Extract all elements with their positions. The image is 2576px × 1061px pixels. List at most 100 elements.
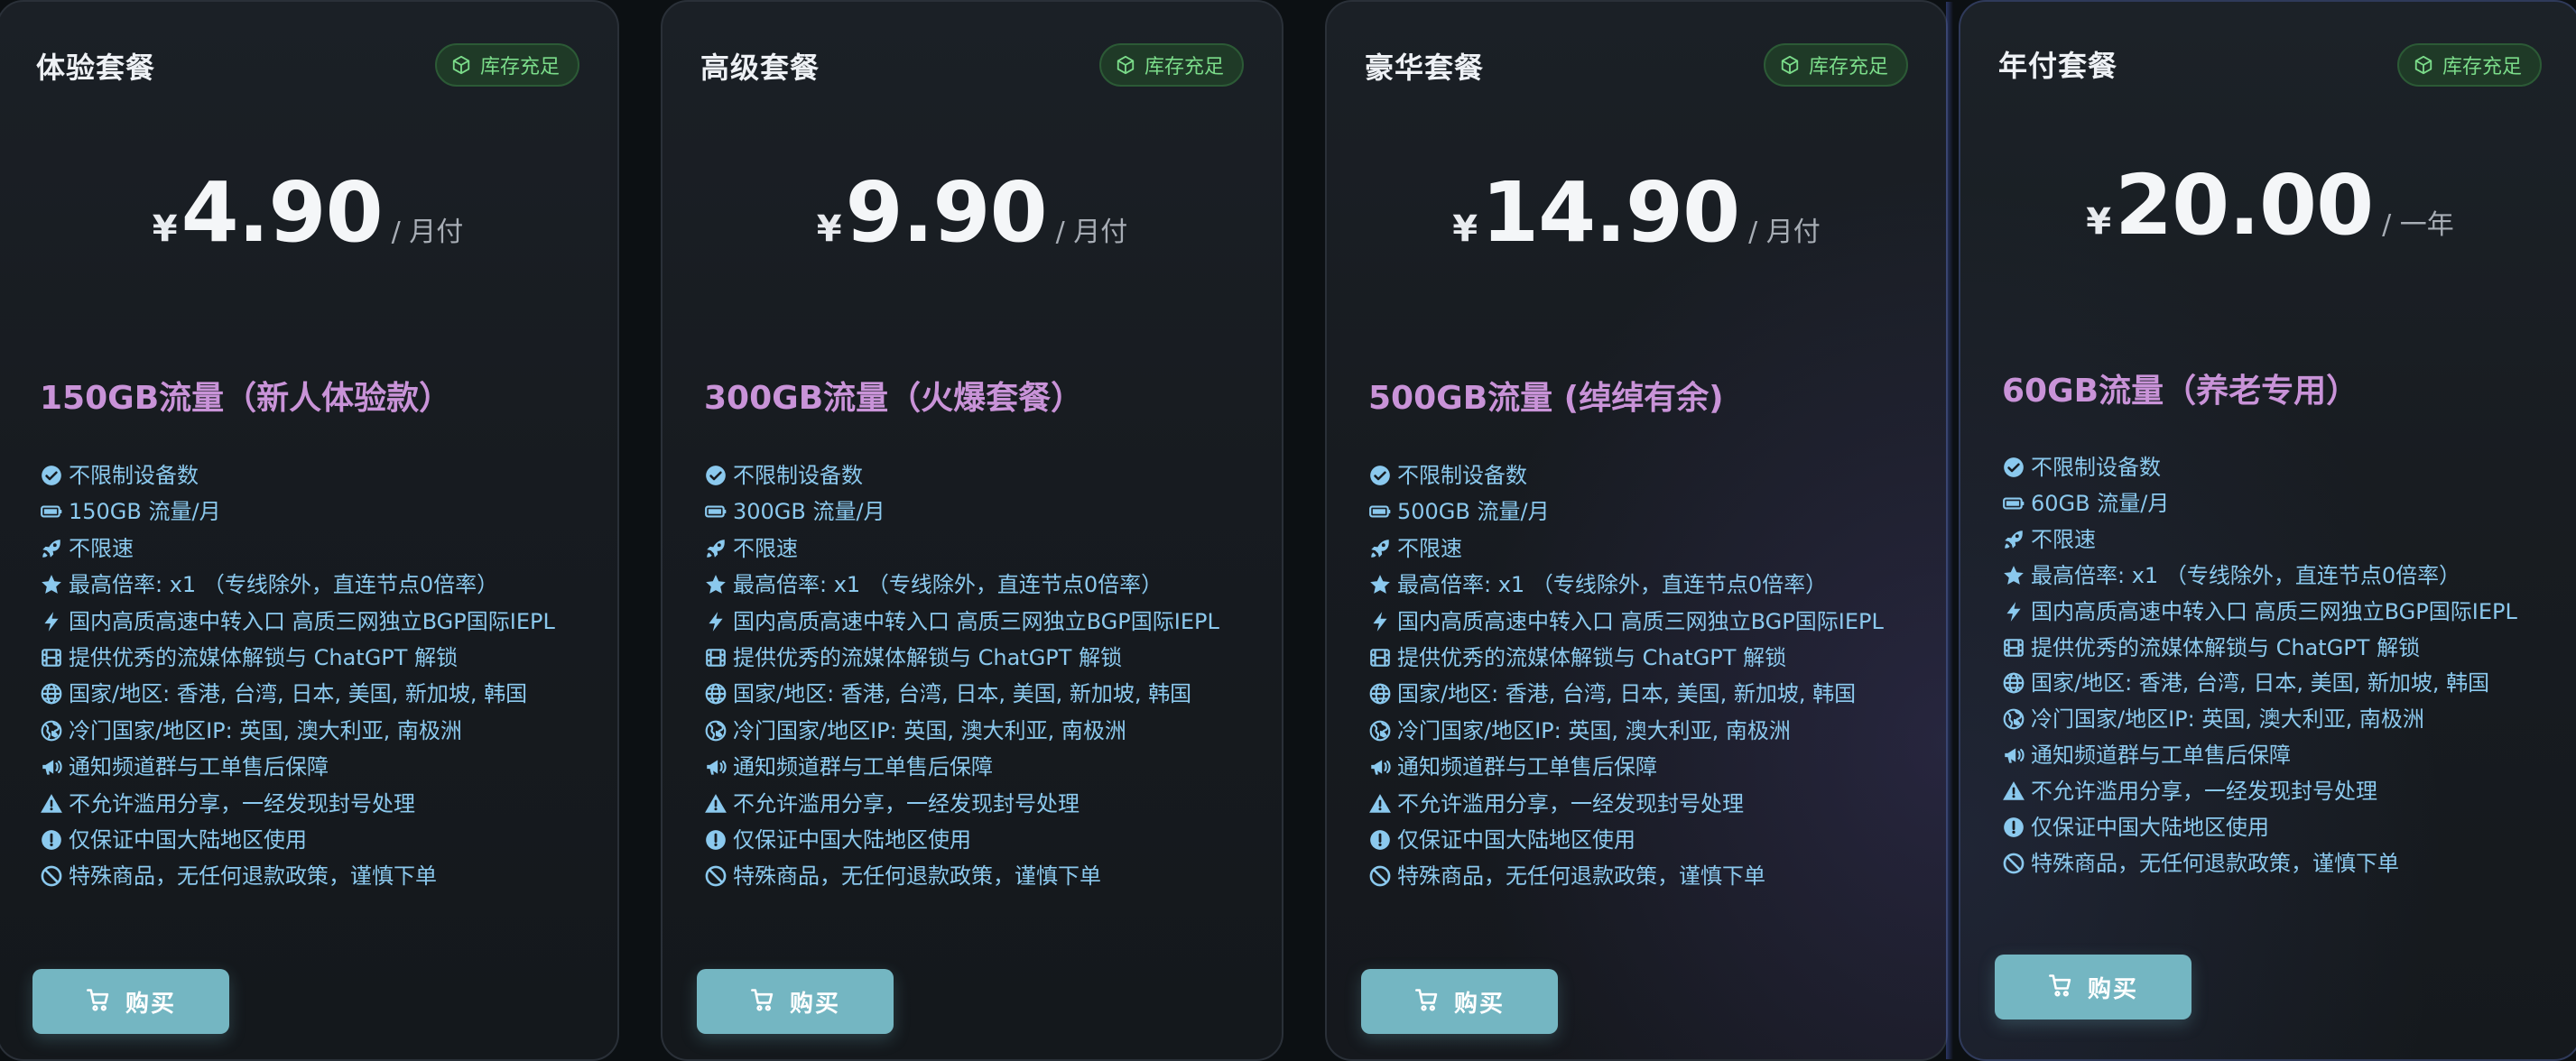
ban-icon <box>704 864 727 888</box>
stock-badge: 库存充足 <box>1763 43 1908 87</box>
feature-item: 不限速 <box>2002 522 2544 558</box>
feature-text: 150GB 流量/月 <box>69 499 221 525</box>
feature-text: 不限速 <box>2031 526 2096 552</box>
feature-text: 冷门国家/地区IP: 英国, 澳大利亚, 南极洲 <box>733 717 1126 743</box>
globe-icon <box>704 682 727 706</box>
stock-badge: 库存充足 <box>2396 43 2542 87</box>
box-icon <box>451 55 471 75</box>
feature-item: 冷门国家/地区IP: 英国, 澳大利亚, 南极洲 <box>2002 702 2544 738</box>
feature-text: 特殊商品，无任何退款政策，谨慎下单 <box>2031 850 2399 876</box>
feature-item: 仅保证中国大陆地区使用 <box>1368 822 1910 858</box>
feature-item: 60GB 流量/月 <box>2002 486 2544 522</box>
earth-icon <box>40 719 63 743</box>
feature-item: 提供优秀的流媒体解锁与 ChatGPT 解锁 <box>2002 631 2544 667</box>
warning-icon <box>704 792 727 816</box>
feature-text: 不限速 <box>69 535 134 561</box>
plan-name: 年付套餐 <box>1998 49 2118 83</box>
feature-item: 不限制设备数 <box>1368 457 1910 494</box>
buy-button[interactable]: 购买 <box>1995 955 2191 1019</box>
feature-item: 仅保证中国大陆地区使用 <box>2002 810 2544 846</box>
feature-text: 国内高质高速中转入口 高质三网独立BGP国际IEPL <box>1397 608 1884 634</box>
feature-item: 不限制设备数 <box>2002 450 2544 486</box>
price-amount: 14.90 <box>1481 164 1740 261</box>
feature-item: 国家/地区: 香港, 台湾, 日本, 美国, 新加坡, 韩国 <box>40 676 581 712</box>
megaphone-icon <box>1368 755 1392 779</box>
battery-icon <box>2002 492 2025 515</box>
feature-text: 冷门国家/地区IP: 英国, 澳大利亚, 南极洲 <box>1397 717 1791 743</box>
earth-icon <box>704 719 727 743</box>
feature-text: 最高倍率: x1 （专线除外，直连节点0倍率） <box>1397 572 1828 598</box>
feature-text: 不限制设备数 <box>2031 455 2161 480</box>
currency-symbol: ¥ <box>2086 201 2112 243</box>
feature-item: 国内高质高速中转入口 高质三网独立BGP国际IEPL <box>40 604 581 640</box>
stock-badge: 库存充足 <box>434 43 579 87</box>
feature-text: 提供优秀的流媒体解锁与 ChatGPT 解锁 <box>2031 634 2421 660</box>
buy-button[interactable]: 购买 <box>1361 969 1558 1034</box>
feature-item: 通知频道群与工单售后保障 <box>1368 749 1910 785</box>
buy-button-label: 购买 <box>2087 975 2138 1003</box>
traffic-title: 300GB流量（火爆套餐） <box>704 380 1084 417</box>
bolt-icon <box>40 610 63 633</box>
feature-text: 不允许滥用分享，一经发现封号处理 <box>69 790 415 817</box>
feature-item: 冷门国家/地区IP: 英国, 澳大利亚, 南极洲 <box>40 713 581 749</box>
warning-icon <box>2002 780 2025 803</box>
rocket-icon <box>704 537 727 560</box>
feature-item: 国内高质高速中转入口 高质三网独立BGP国际IEPL <box>2002 595 2544 631</box>
cart-icon <box>750 987 775 1016</box>
feature-text: 最高倍率: x1 （专线除外，直连节点0倍率） <box>733 572 1163 598</box>
price-period: / 月付 <box>1748 217 1821 248</box>
warning-icon <box>1368 792 1392 816</box>
bolt-icon <box>2002 600 2025 623</box>
stock-badge-label: 库存充足 <box>1808 56 1888 78</box>
price-period: / 一年 <box>2382 209 2454 241</box>
plan-card-advanced: 高级套餐 库存充足 ¥9.90/ 月付 300GB流量（火爆套餐） 不限制设备数… <box>661 0 1283 1061</box>
feature-text: 60GB 流量/月 <box>2031 490 2170 516</box>
price: ¥9.90/ 月付 <box>663 164 1282 261</box>
rocket-icon <box>1368 537 1392 560</box>
feature-text: 特殊商品，无任何退款政策，谨慎下单 <box>733 863 1101 890</box>
exclamation-circle-icon <box>40 828 63 852</box>
warning-icon <box>40 792 63 816</box>
feature-text: 提供优秀的流媒体解锁与 ChatGPT 解锁 <box>733 645 1123 671</box>
currency-symbol: ¥ <box>816 208 842 250</box>
price-amount: 20.00 <box>2115 157 2374 254</box>
megaphone-icon <box>704 755 727 779</box>
film-icon <box>704 646 727 669</box>
stock-badge-label: 库存充足 <box>479 56 560 78</box>
feature-text: 国内高质高速中转入口 高质三网独立BGP国际IEPL <box>733 608 1219 634</box>
feature-list: 不限制设备数 150GB 流量/月 不限速 最高倍率: x1 （专线除外，直连节点0倍… <box>40 457 581 895</box>
feature-text: 最高倍率: x1 （专线除外，直连节点0倍率） <box>2031 562 2461 588</box>
feature-item: 不允许滥用分享，一经发现封号处理 <box>40 786 581 822</box>
feature-item: 最高倍率: x1 （专线除外，直连节点0倍率） <box>40 567 581 603</box>
buy-button[interactable]: 购买 <box>32 969 229 1034</box>
feature-item: 最高倍率: x1 （专线除外，直连节点0倍率） <box>1368 567 1910 603</box>
plan-card-trial: 体验套餐 库存充足 ¥4.90/ 月付 150GB流量（新人体验款） 不限制设备… <box>0 0 619 1061</box>
globe-icon <box>40 682 63 706</box>
feature-item: 国内高质高速中转入口 高质三网独立BGP国际IEPL <box>704 604 1246 640</box>
rocket-icon <box>40 537 63 560</box>
feature-item: 仅保证中国大陆地区使用 <box>40 822 581 858</box>
battery-icon <box>40 500 63 523</box>
feature-item: 通知频道群与工单售后保障 <box>40 749 581 785</box>
feature-text: 不限制设备数 <box>733 463 863 488</box>
feature-text: 仅保证中国大陆地区使用 <box>2031 815 2269 841</box>
feature-text: 不允许滥用分享，一经发现封号处理 <box>1397 790 1744 817</box>
feature-item: 通知频道群与工单售后保障 <box>704 749 1246 785</box>
feature-text: 不允许滥用分享，一经发现封号处理 <box>2031 779 2377 805</box>
price: ¥4.90/ 月付 <box>0 164 617 261</box>
plan-card-annual: 年付套餐 库存充足 ¥20.00/ 一年 60GB流量（养老专用） 不限制设备数… <box>1959 0 2576 1061</box>
plan-name: 体验套餐 <box>36 51 156 85</box>
check-circle-icon <box>40 464 63 487</box>
feature-item: 国家/地区: 香港, 台湾, 日本, 美国, 新加坡, 韩国 <box>2002 666 2544 702</box>
feature-text: 国内高质高速中转入口 高质三网独立BGP国际IEPL <box>2031 598 2517 624</box>
feature-text: 最高倍率: x1 （专线除外，直连节点0倍率） <box>69 572 499 598</box>
price-period: / 月付 <box>1055 217 1128 248</box>
price-amount: 9.90 <box>845 164 1048 261</box>
feature-item: 冷门国家/地区IP: 英国, 澳大利亚, 南极洲 <box>1368 713 1910 749</box>
feature-text: 不允许滥用分享，一经发现封号处理 <box>733 790 1080 817</box>
feature-item: 国内高质高速中转入口 高质三网独立BGP国际IEPL <box>1368 604 1910 640</box>
stock-badge-label: 库存充足 <box>2442 56 2522 78</box>
feature-item: 不限速 <box>1368 530 1910 567</box>
buy-button[interactable]: 购买 <box>697 969 894 1034</box>
plan-name: 豪华套餐 <box>1365 51 1485 85</box>
